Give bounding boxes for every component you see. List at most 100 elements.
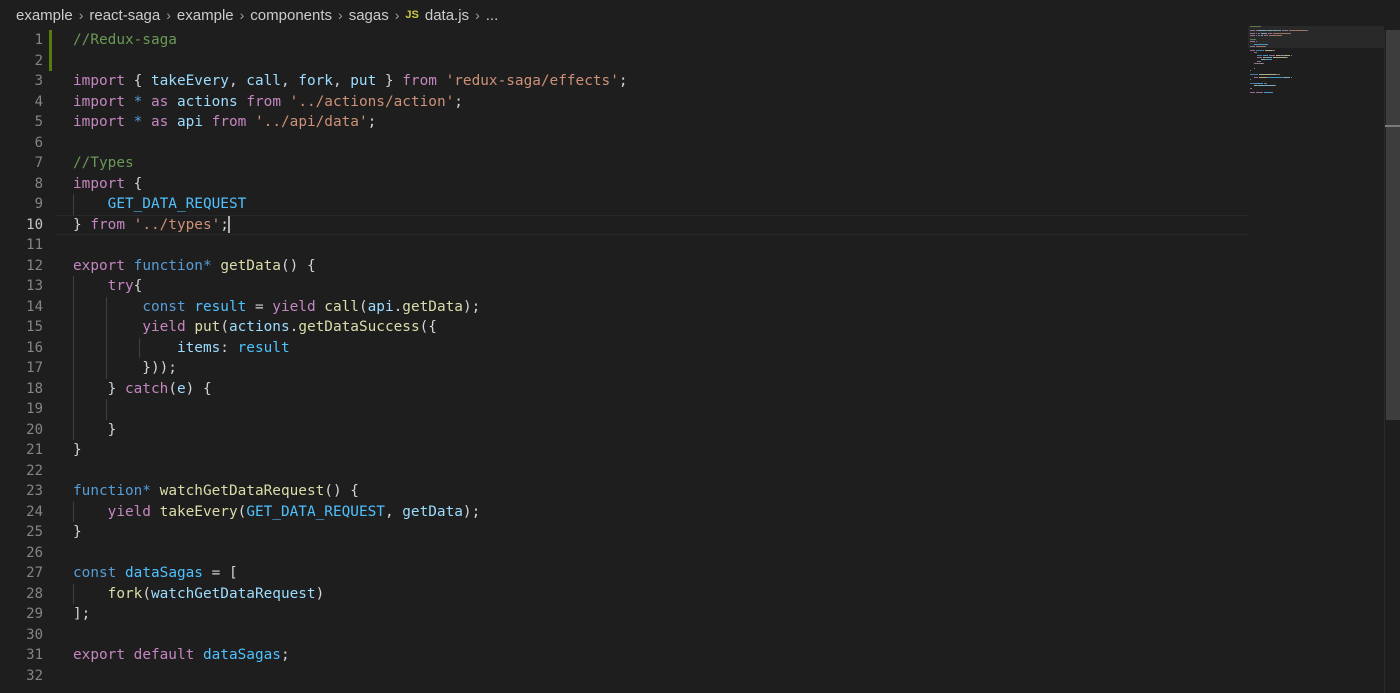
code-line[interactable]: 3 import { takeEvery, call, fork, put } f…: [0, 71, 1250, 92]
code-line[interactable]: 28 fork(watchGetDataRequest): [0, 584, 1250, 605]
code-token: '../actions/action': [289, 93, 455, 110]
indent-guide: [105, 337, 107, 358]
code-editor[interactable]: 1//Redux-saga 2 3 import { takeEvery, call,…: [0, 30, 1384, 693]
breadcrumb: example › react-saga › example › compone…: [0, 0, 1400, 30]
breadcrumb-folder-example-2[interactable]: example: [177, 7, 234, 24]
minimap-token: [1257, 61, 1261, 63]
code-token: ;: [280, 647, 290, 663]
vertical-scrollbar[interactable]: [1384, 30, 1400, 693]
code-line[interactable]: 13 try{: [0, 276, 1250, 297]
code-token: ];: [73, 606, 91, 622]
code-line[interactable]: 32: [0, 666, 1250, 687]
scrollbar-cursor-marker: [1385, 125, 1400, 127]
code-token: from: [246, 93, 281, 110]
code-line[interactable]: 25}: [0, 522, 1250, 543]
chevron-right-icon: ›: [78, 7, 84, 23]
code-token: yield: [107, 503, 151, 520]
code-line[interactable]: 18 } catch(e) {: [0, 379, 1250, 400]
javascript-file-icon: JS: [405, 9, 419, 21]
indent-guide: [73, 583, 74, 604]
code-token: getDataSuccess: [298, 319, 420, 335]
code-token: function*: [133, 257, 212, 274]
line-number: 28: [26, 585, 43, 602]
minimap-token: [1286, 56, 1288, 58]
code-line[interactable]: 23 function* watchGetDataRequest() {: [0, 481, 1250, 502]
code-token: }: [73, 442, 82, 458]
code-line[interactable]: 5 import * as api from '../api/data';: [0, 112, 1250, 133]
breadcrumb-folder-react-saga[interactable]: react-saga: [89, 7, 160, 24]
code-token: try: [107, 278, 134, 294]
code-token: call: [246, 73, 281, 89]
code-line[interactable]: 2: [0, 51, 1250, 72]
breadcrumb-file[interactable]: data.js: [425, 7, 469, 24]
line-number: 10: [26, 216, 43, 233]
minimap-token: [1250, 70, 1251, 71]
minimap-viewport-slider[interactable]: [1248, 26, 1384, 48]
code-line[interactable]: 31 export default dataSagas;: [0, 645, 1250, 666]
indent-guide: [73, 419, 74, 440]
code-token: ,: [228, 73, 247, 89]
code-line[interactable]: 20 }: [0, 420, 1250, 441]
code-token: {: [124, 73, 151, 89]
code-line[interactable]: 11: [0, 235, 1250, 256]
code-line[interactable]: 4 import * as actions from '../actions/ac…: [0, 92, 1250, 113]
code-token: fork: [107, 585, 143, 602]
code-line[interactable]: 29];: [0, 604, 1250, 625]
code-line[interactable]: 10 } from '../types';: [0, 215, 1250, 236]
code-line[interactable]: 16 items: result: [0, 338, 1250, 359]
code-line[interactable]: 27 const dataSagas = [: [0, 563, 1250, 584]
code-token: :: [220, 339, 238, 356]
code-line[interactable]: 22: [0, 461, 1250, 482]
code-line[interactable]: 6: [0, 133, 1250, 154]
line-number: 32: [26, 667, 43, 684]
breadcrumb-folder-example[interactable]: example: [16, 7, 73, 24]
code-line[interactable]: 15 yield put(actions.getDataSuccess({: [0, 317, 1250, 338]
minimap-token: [1255, 83, 1264, 85]
code-line[interactable]: 12 export function* getData() {: [0, 256, 1250, 277]
code-token: 'redux-saga/effects': [445, 73, 619, 89]
breadcrumb-folder-components[interactable]: components: [250, 7, 332, 24]
code-line[interactable]: 17 }));: [0, 358, 1250, 379]
code-line[interactable]: 1 //Redux-saga: [0, 30, 1250, 51]
line-code: ];: [73, 604, 90, 625]
minimap-token: [1256, 52, 1258, 54]
breadcrumb-symbols[interactable]: ...: [486, 7, 499, 24]
line-code: } from '../types';: [73, 215, 230, 236]
code-token: yield: [272, 298, 316, 315]
line-number: 19: [26, 401, 43, 417]
code-token: ): [315, 585, 325, 602]
code-line[interactable]: 8 import {: [0, 174, 1250, 195]
code-token: = [: [202, 565, 238, 581]
code-line[interactable]: 26: [0, 543, 1250, 564]
code-line[interactable]: 7 //Types: [0, 153, 1250, 174]
code-token: catch: [124, 380, 169, 397]
code-line[interactable]: 14 const result = yield call(api.getData…: [0, 297, 1250, 318]
minimap-token: [1275, 85, 1277, 87]
code-token: GET_DATA_REQUEST: [246, 503, 385, 520]
code-line[interactable]: 21}: [0, 440, 1250, 461]
minimap-token: [1263, 92, 1272, 93]
code-line[interactable]: 9 GET_DATA_REQUEST: [0, 194, 1250, 215]
code-line[interactable]: 30: [0, 625, 1250, 646]
code-token: actions: [177, 93, 238, 110]
minimap-token: [1250, 74, 1259, 76]
code-token: const: [73, 565, 117, 581]
code-token: (: [142, 585, 151, 602]
code-line[interactable]: 19: [0, 399, 1250, 420]
code-token: );: [462, 503, 481, 520]
minimap-token: [1259, 76, 1268, 78]
line-number: 12: [26, 257, 43, 274]
line-number: 18: [26, 380, 43, 397]
code-line[interactable]: 24 yield takeEvery(GET_DATA_REQUEST, get…: [0, 502, 1250, 523]
line-code: function* watchGetDataRequest() {: [73, 481, 359, 502]
scrollbar-thumb[interactable]: [1386, 30, 1400, 420]
breadcrumb-folder-sagas[interactable]: sagas: [349, 7, 389, 24]
